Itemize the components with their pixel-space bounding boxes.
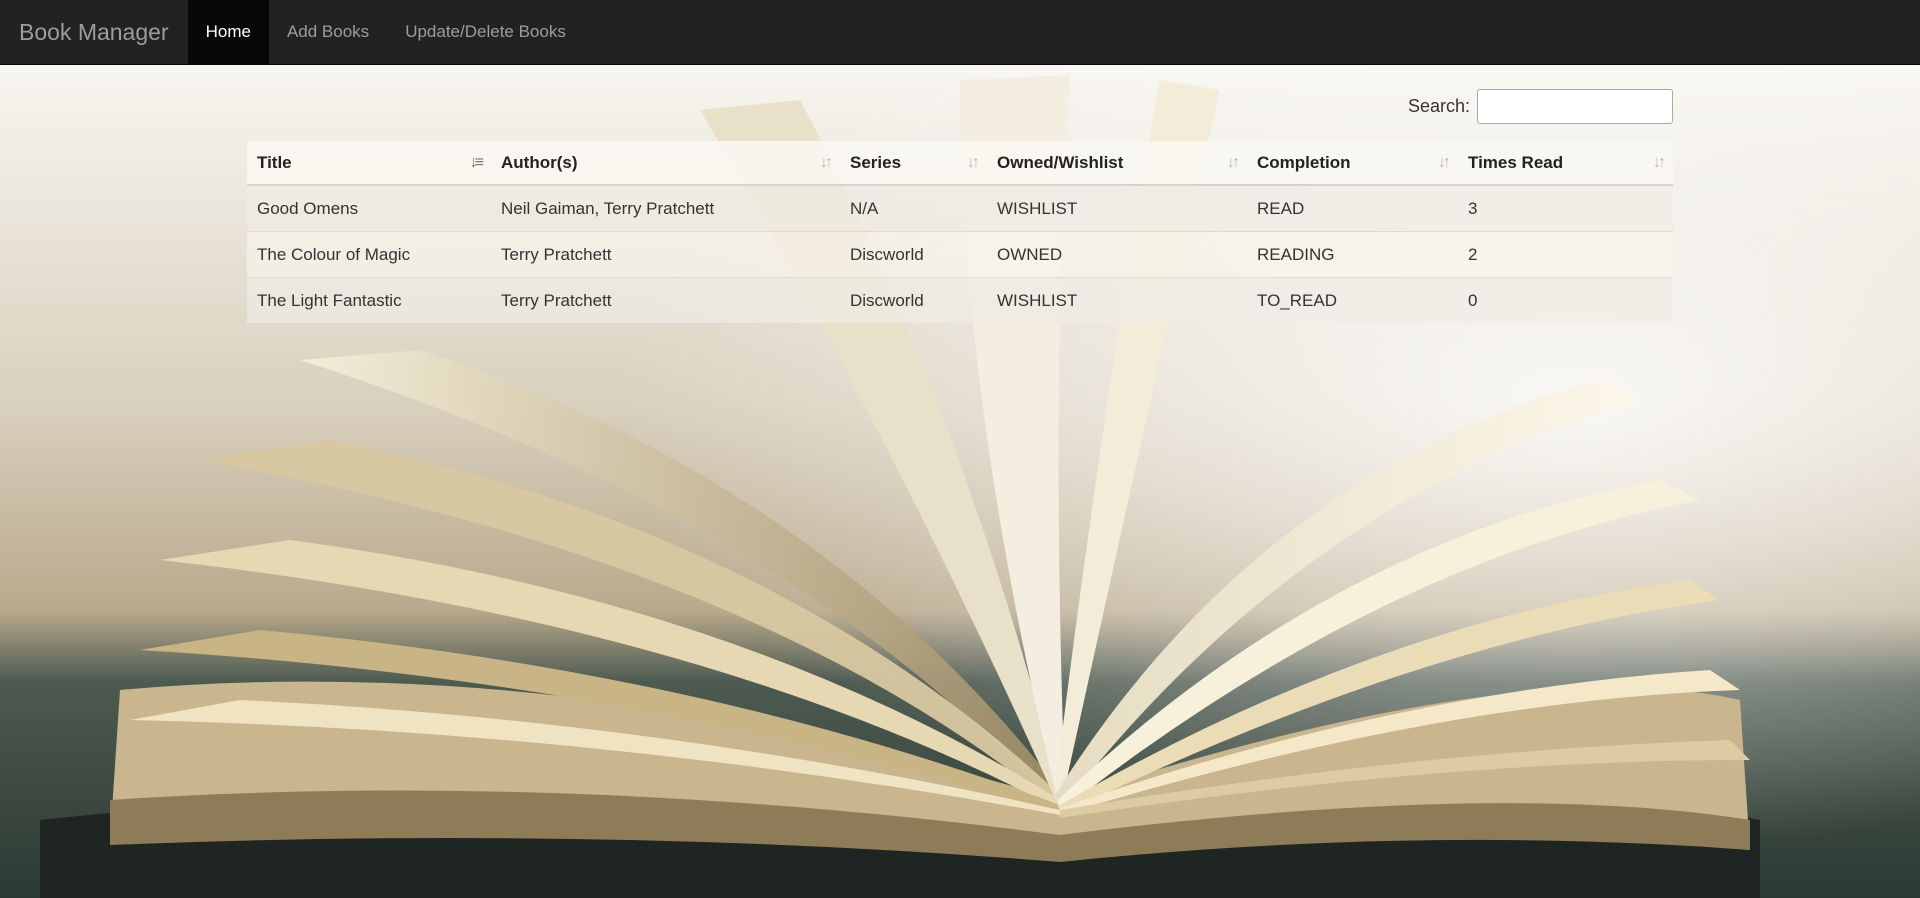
column-header-completion[interactable]: Completion ↓↑ bbox=[1247, 141, 1458, 186]
column-header-times-read[interactable]: Times Read ↓↑ bbox=[1458, 141, 1673, 186]
cell-owned-wishlist: OWNED bbox=[987, 231, 1247, 278]
column-header-label: Completion bbox=[1257, 152, 1351, 172]
nav-item-home[interactable]: Home bbox=[187, 0, 269, 64]
nav-item-add-books[interactable]: Add Books bbox=[269, 0, 387, 64]
cell-completion: READ bbox=[1247, 184, 1458, 232]
sort-both-icon: ↓↑ bbox=[1227, 153, 1240, 171]
books-table-wrapper: Title ↓≡ Author(s) ↓↑ Series ↓↑ Owned/Wi… bbox=[247, 141, 1673, 323]
column-header-label: Owned/Wishlist bbox=[997, 152, 1124, 172]
cell-authors: Terry Pratchett bbox=[491, 277, 840, 323]
books-table: Title ↓≡ Author(s) ↓↑ Series ↓↑ Owned/Wi… bbox=[247, 141, 1673, 323]
cell-authors: Terry Pratchett bbox=[491, 231, 840, 278]
table-header-row: Title ↓≡ Author(s) ↓↑ Series ↓↑ Owned/Wi… bbox=[247, 141, 1673, 186]
column-header-authors[interactable]: Author(s) ↓↑ bbox=[491, 141, 840, 186]
nav-item-update-delete-books[interactable]: Update/Delete Books bbox=[387, 0, 584, 64]
column-header-title[interactable]: Title ↓≡ bbox=[247, 141, 491, 186]
column-header-label: Times Read bbox=[1468, 152, 1564, 172]
column-header-series[interactable]: Series ↓↑ bbox=[840, 141, 987, 186]
search-input[interactable] bbox=[1477, 89, 1673, 124]
background-book-image bbox=[0, 0, 1920, 898]
cell-times-read: 0 bbox=[1458, 277, 1673, 323]
column-header-label: Series bbox=[850, 152, 902, 172]
cell-owned-wishlist: WISHLIST bbox=[987, 184, 1247, 232]
cell-owned-wishlist: WISHLIST bbox=[987, 277, 1247, 323]
table-row[interactable]: The Light Fantastic Terry Pratchett Disc… bbox=[247, 277, 1673, 323]
brand-link[interactable]: Book Manager bbox=[0, 0, 188, 64]
sort-both-icon: ↓↑ bbox=[1653, 153, 1666, 171]
sort-both-icon: ↓↑ bbox=[967, 153, 980, 171]
cell-completion: READING bbox=[1247, 231, 1458, 278]
cell-times-read: 3 bbox=[1458, 184, 1673, 232]
sort-both-icon: ↓↑ bbox=[1438, 153, 1451, 171]
column-header-label: Author(s) bbox=[501, 152, 578, 172]
cell-title: The Colour of Magic bbox=[247, 231, 491, 278]
cell-series: N/A bbox=[840, 184, 987, 232]
search-label: Search: bbox=[1407, 96, 1470, 116]
search-box: Search: bbox=[1408, 89, 1673, 124]
column-header-label: Title bbox=[257, 152, 292, 172]
cell-completion: TO_READ bbox=[1247, 277, 1458, 323]
sort-ascending-icon: ↓≡ bbox=[469, 153, 484, 171]
cell-times-read: 2 bbox=[1458, 231, 1673, 278]
top-navbar: Book Manager Home Add Books Update/Delet… bbox=[0, 0, 1920, 65]
cell-title: The Light Fantastic bbox=[247, 277, 491, 323]
cell-series: Discworld bbox=[840, 277, 987, 323]
cell-authors: Neil Gaiman, Terry Pratchett bbox=[491, 184, 840, 232]
column-header-owned-wishlist[interactable]: Owned/Wishlist ↓↑ bbox=[987, 141, 1247, 186]
table-row[interactable]: The Colour of Magic Terry Pratchett Disc… bbox=[247, 231, 1673, 278]
sort-both-icon: ↓↑ bbox=[820, 153, 833, 171]
table-row[interactable]: Good Omens Neil Gaiman, Terry Pratchett … bbox=[247, 184, 1673, 232]
cell-title: Good Omens bbox=[247, 184, 491, 232]
cell-series: Discworld bbox=[840, 231, 987, 278]
